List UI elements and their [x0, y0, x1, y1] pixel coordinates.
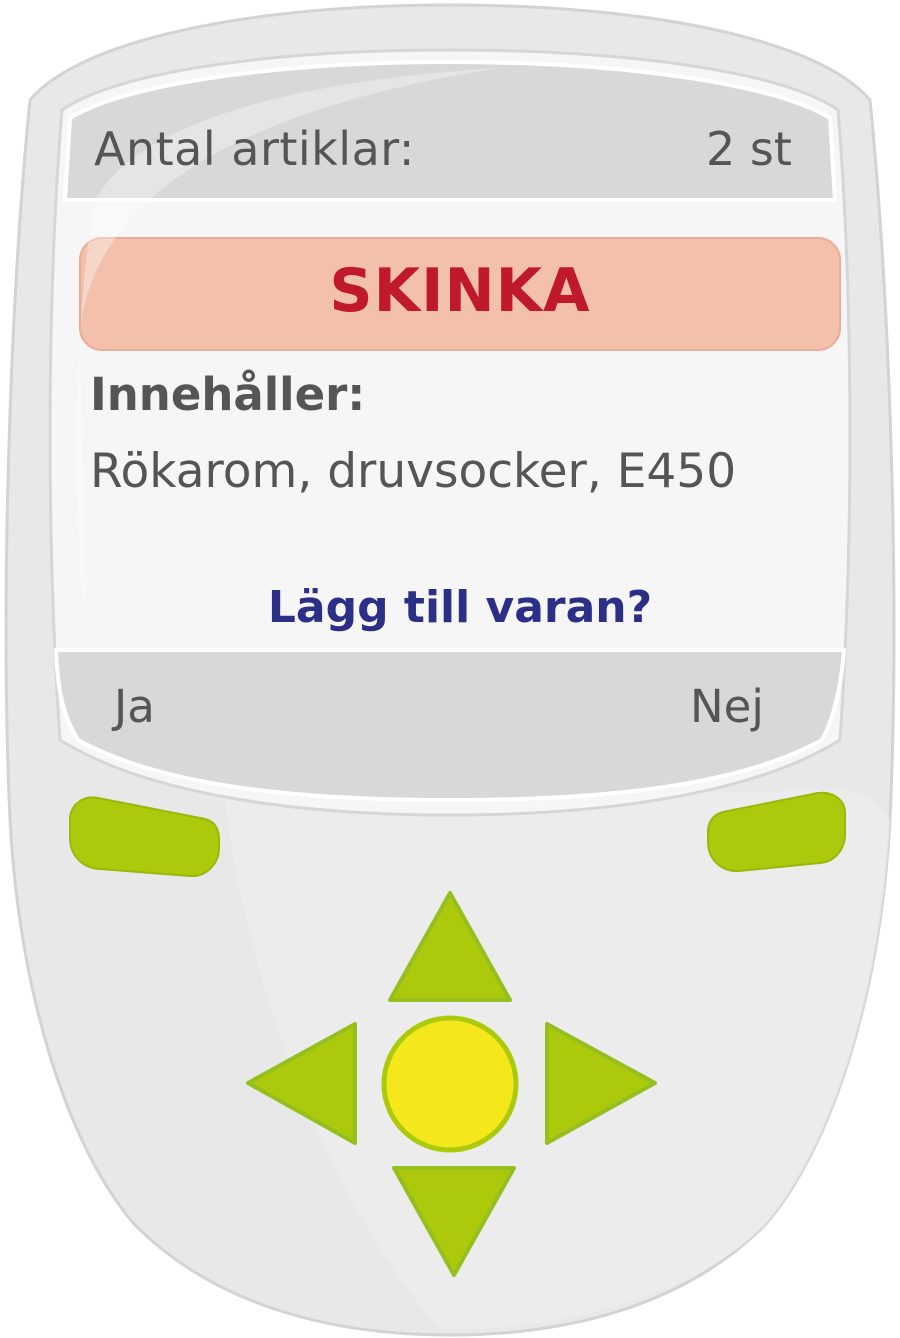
contains-label: Innehåller:: [90, 368, 366, 421]
product-name: SKINKA: [329, 256, 591, 326]
ingredients-text: Rökarom, druvsocker, E450: [90, 444, 737, 499]
dpad-center-button[interactable]: [381, 1015, 519, 1153]
item-count-label: Antal artiklar:: [94, 122, 415, 176]
handheld-device: [4, 3, 896, 1337]
add-item-question: Lägg till varan?: [267, 582, 653, 633]
item-count-value: 2 st: [706, 122, 792, 176]
soft-key-left-label[interactable]: Ja: [114, 680, 155, 733]
soft-key-right-label[interactable]: Nej: [690, 680, 764, 733]
